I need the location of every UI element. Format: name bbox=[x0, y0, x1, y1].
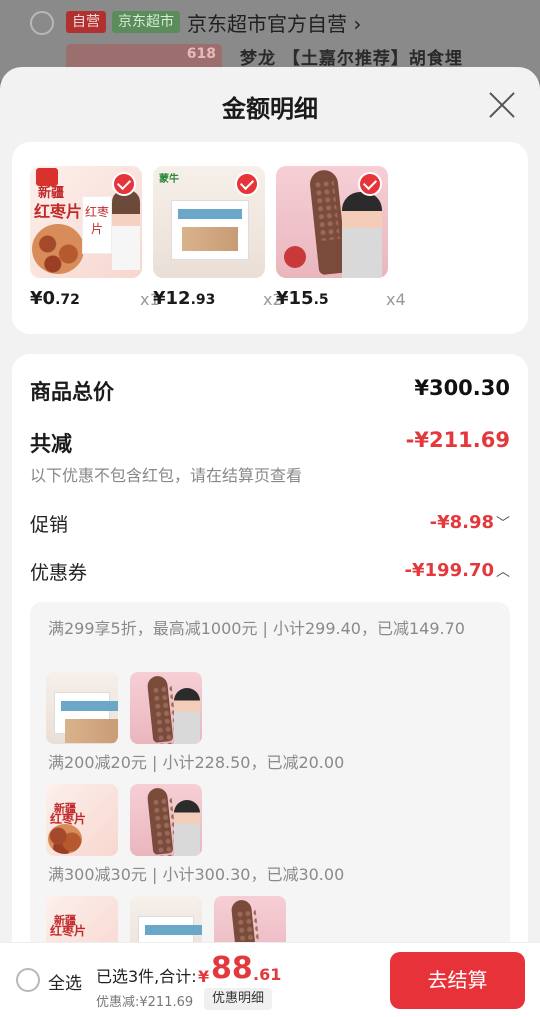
promo-value[interactable]: -¥8.98 ﹀ bbox=[430, 512, 510, 533]
coupon-rule-text: 满200减20元 | 小计228.50，已减20.00 bbox=[48, 753, 345, 772]
price-breakdown-card: 商品总价 ¥300.30 共减 -¥211.69 以下优惠不包含红包，请在结算页… bbox=[12, 354, 528, 1017]
discount-label: 共减 bbox=[30, 432, 72, 456]
product-image: 新疆 红枣片 红枣片 bbox=[30, 166, 142, 278]
discount-detail-button[interactable]: 优惠明细 bbox=[204, 988, 273, 1010]
promo-badge: 618 bbox=[186, 46, 216, 62]
image-text: 红枣片 bbox=[82, 196, 112, 254]
self-operated-tag: 自营 bbox=[66, 11, 106, 33]
checkout-button[interactable]: 去结算 bbox=[390, 952, 525, 1009]
store-name[interactable]: 京东超市官方自营 › bbox=[187, 8, 361, 37]
sheet-title: 金额明细 bbox=[222, 95, 318, 123]
coupon-rule-text: 满300减30元 | 小计300.30，已减30.00 bbox=[48, 865, 345, 884]
amount-detail-sheet: 金额明细 新疆 红枣片 红枣片 ¥0.72 x1 蒙牛 ¥12.93 x2 ¥1… bbox=[0, 67, 540, 1017]
total-price-value: ¥300.30 bbox=[414, 376, 510, 400]
discount-summary: 优惠减:¥211.69 bbox=[96, 995, 194, 1010]
image-text: 红枣片 bbox=[34, 202, 83, 221]
supermarket-tag: 京东超市 bbox=[112, 11, 180, 33]
coupon-row[interactable]: 优惠券 -¥199.70 ︿ bbox=[30, 558, 510, 585]
coupon-value[interactable]: -¥199.70 ︿ bbox=[405, 560, 510, 581]
checkout-bar: 全选 已选3件,合计: ¥ 88 .61 优惠减:¥211.69 优惠明细 去结… bbox=[0, 942, 540, 1017]
product-item[interactable]: 新疆 红枣片 红枣片 ¥0.72 x1 bbox=[30, 166, 160, 309]
coupon-product-thumb bbox=[130, 784, 202, 856]
product-price: ¥15.5 bbox=[276, 288, 329, 309]
coupon-product-thumb bbox=[46, 672, 118, 744]
close-icon[interactable] bbox=[488, 91, 516, 119]
total-currency: ¥ bbox=[198, 967, 210, 986]
coupon-rule-text: 满299享5折，最高减1000元 | 小计299.40，已减149.70 bbox=[48, 619, 465, 638]
promo-row[interactable]: 促销 -¥8.98 ﹀ bbox=[30, 510, 510, 537]
selected-products-card: 新疆 红枣片 红枣片 ¥0.72 x1 蒙牛 ¥12.93 x2 ¥15.5 x… bbox=[12, 142, 528, 334]
total-price-row: 商品总价 ¥300.30 bbox=[30, 376, 510, 406]
checked-icon[interactable] bbox=[112, 172, 136, 196]
coupon-product-thumb bbox=[130, 672, 202, 744]
product-image: 蒙牛 bbox=[153, 166, 265, 278]
selected-count-text: 已选3件,合计: bbox=[96, 967, 197, 986]
checked-icon[interactable] bbox=[235, 172, 259, 196]
product-quantity: x4 bbox=[386, 290, 406, 309]
product-image bbox=[276, 166, 388, 278]
discount-row: 共减 -¥211.69 bbox=[30, 428, 510, 458]
product-price: ¥12.93 bbox=[153, 288, 216, 309]
promo-label: 促销 bbox=[30, 514, 69, 536]
total-amount-dec: .61 bbox=[253, 965, 282, 984]
discount-value: -¥211.69 bbox=[405, 428, 510, 452]
chevron-down-icon: ﹀ bbox=[496, 516, 510, 532]
product-item[interactable]: 蒙牛 ¥12.93 x2 bbox=[153, 166, 283, 309]
total-amount-int: 88 bbox=[211, 951, 253, 986]
coupon-label: 优惠券 bbox=[30, 562, 88, 584]
checked-icon[interactable] bbox=[358, 172, 382, 196]
store-select-radio[interactable] bbox=[30, 11, 54, 35]
product-price: ¥0.72 bbox=[30, 288, 80, 309]
total-price-label: 商品总价 bbox=[30, 380, 114, 404]
coupon-product-thumb: 新疆 红枣片 bbox=[46, 784, 118, 856]
product-item[interactable]: ¥15.5 x4 bbox=[276, 166, 406, 309]
product-title: 梦龙 【土嘉尔推荐】胡食埋 bbox=[240, 49, 463, 69]
chevron-up-icon: ︿ bbox=[496, 564, 510, 580]
discount-note: 以下优惠不包含红包，请在结算页查看 bbox=[30, 466, 303, 485]
select-all-label[interactable]: 全选 bbox=[48, 969, 82, 994]
select-all-radio[interactable] bbox=[16, 968, 40, 992]
brand-logo: 蒙牛 bbox=[159, 174, 179, 185]
